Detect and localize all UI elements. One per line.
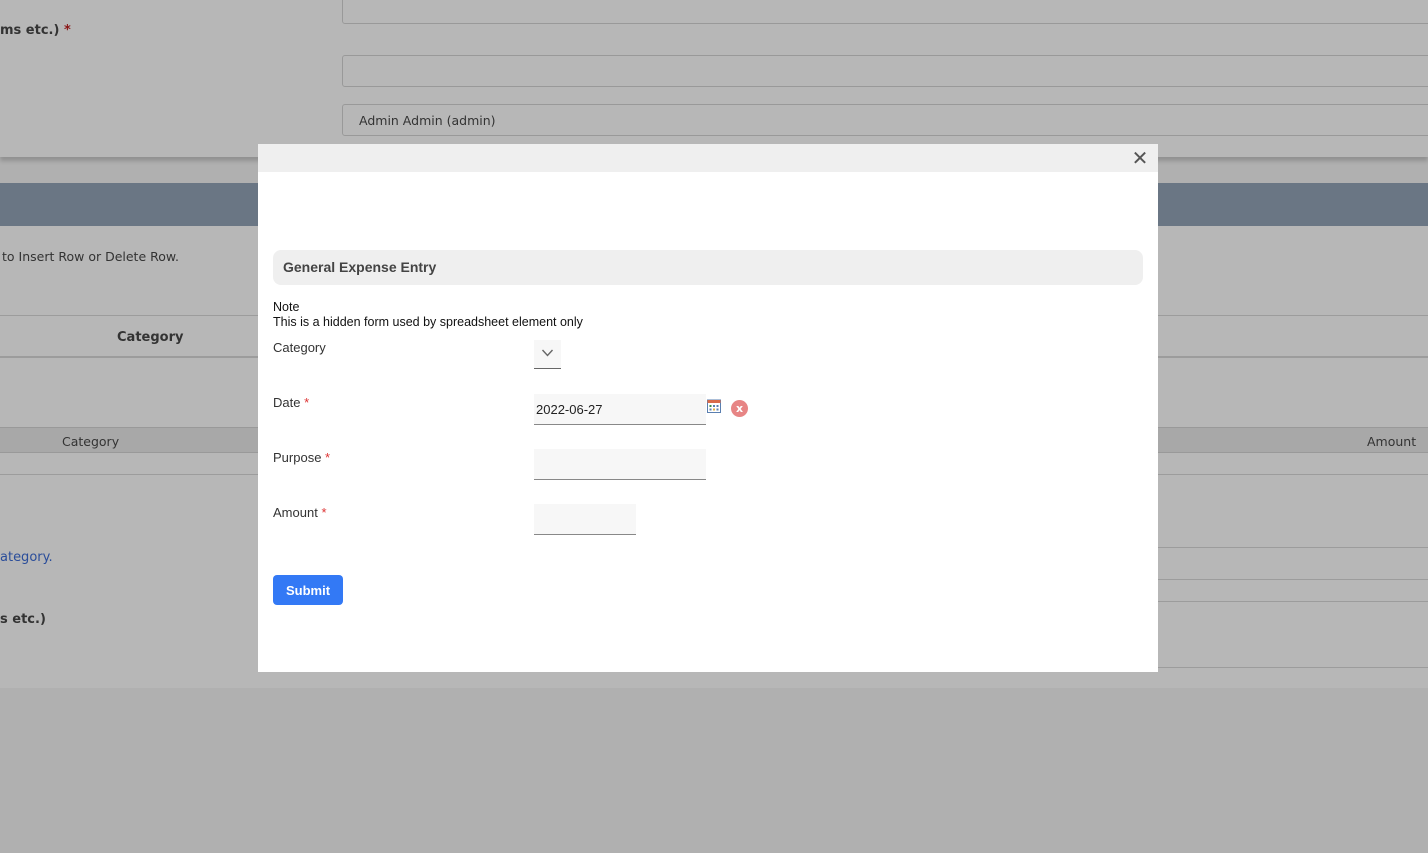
background-divider [1158,547,1428,548]
date-label-text: Date [273,395,301,410]
background-input-1 [342,0,1428,24]
date-input[interactable] [534,394,706,425]
amount-input[interactable] [534,504,636,535]
clear-date-icon[interactable]: x [731,400,748,417]
category-label: Category [273,340,326,355]
background-link: ategory. [0,550,53,565]
purpose-label: Purpose * [273,450,330,465]
expense-entry-modal: ✕ General Expense Entry Note This is a h… [258,144,1158,672]
purpose-label-text: Purpose [273,450,322,465]
background-owner-field: Admin Admin (admin) [342,104,1428,136]
category-select[interactable] [534,340,561,369]
background-field-label: ms etc.) * [0,23,71,38]
background-divider [1158,579,1428,580]
chevron-down-icon [541,349,554,357]
required-star: * [304,395,310,410]
background-table-header-category: Category [62,434,120,449]
required-star: * [325,450,331,465]
note-title: Note [273,300,300,314]
note-text: This is a hidden form used by spreadshee… [273,315,583,329]
background-instructions: to Insert Row or Delete Row. [2,249,179,264]
required-star: * [321,505,327,520]
purpose-input[interactable] [534,449,706,480]
amount-label: Amount * [273,505,327,520]
category-label-text: Category [273,340,326,355]
modal-titlebar: ✕ [258,144,1158,172]
background-field-label: s etc.) [0,612,46,627]
submit-button[interactable]: Submit [273,575,343,605]
background-divider [1158,601,1428,602]
date-label: Date * [273,395,309,410]
background-table-header-amount: Amount [1367,434,1417,449]
amount-label-text: Amount [273,505,318,520]
close-icon[interactable]: ✕ [1130,148,1150,168]
background-footer [0,688,1428,750]
background-grid-header-category: Category [117,330,184,345]
background-divider [1158,667,1428,668]
background-input-2 [342,55,1428,87]
calendar-icon[interactable] [707,399,721,413]
form-title: General Expense Entry [273,250,1143,285]
